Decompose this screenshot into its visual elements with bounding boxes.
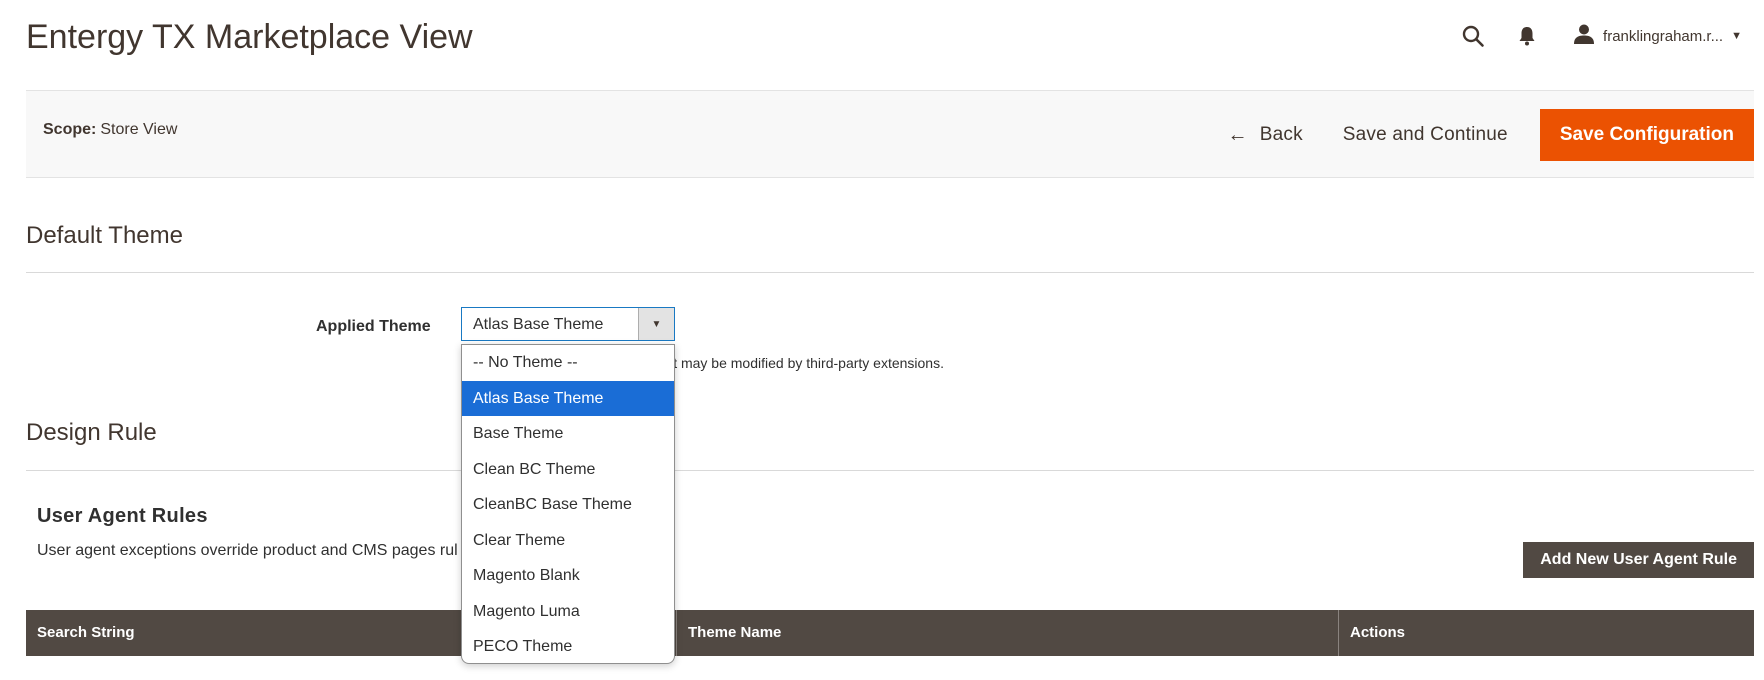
save-configuration-button[interactable]: Save Configuration (1539, 109, 1754, 161)
header-actions: franklingraham.r... ▼ (1455, 18, 1742, 54)
add-user-agent-rule-button[interactable]: Add New User Agent Rule (1523, 542, 1754, 578)
theme-options-list[interactable]: -- No Theme -- Atlas Base Theme Base The… (461, 344, 675, 664)
section-divider (26, 470, 1754, 471)
theme-option[interactable]: CleanBC Base Theme (462, 487, 674, 523)
user-agent-rules-description: User agent exceptions override product a… (37, 542, 458, 559)
section-title-default-theme[interactable]: Default Theme (26, 222, 183, 250)
back-button[interactable]: ← Back (1208, 110, 1323, 160)
section-title-design-rule[interactable]: Design Rule (26, 419, 157, 447)
theme-option[interactable]: Base Theme (462, 416, 674, 452)
applied-theme-label: Applied Theme (316, 318, 431, 335)
chevron-down-icon: ▼ (1731, 30, 1742, 42)
theme-option[interactable]: Clean BC Theme (462, 452, 674, 488)
theme-option-selected[interactable]: Atlas Base Theme (462, 380, 674, 416)
column-header-theme-name: Theme Name (676, 610, 1338, 656)
page-title: Entergy TX Marketplace View (26, 18, 473, 56)
applied-theme-select[interactable]: Atlas Base Theme ▼ (461, 307, 675, 341)
bell-icon[interactable] (1509, 18, 1545, 54)
search-icon[interactable] (1455, 18, 1491, 54)
triangle-down-icon[interactable]: ▼ (638, 308, 674, 340)
theme-option[interactable]: Clear Theme (462, 523, 674, 559)
user-agent-rules-table-header: Search String Theme Name Actions (26, 610, 1754, 656)
user-agent-rules-title: User Agent Rules (37, 505, 208, 527)
theme-option[interactable]: Magento Luma (462, 594, 674, 630)
save-and-continue-button[interactable]: Save and Continue (1323, 110, 1528, 160)
column-header-actions: Actions (1338, 610, 1754, 656)
page-actions-bar: Scope: Store View ← Back Save and Continu… (26, 90, 1754, 178)
user-menu[interactable]: franklingraham.r... ▼ (1573, 23, 1742, 49)
scope-indicator: Scope: Store View (43, 121, 177, 139)
scope-value: Store View (100, 121, 178, 138)
arrow-left-icon: ← (1227, 123, 1248, 146)
theme-option[interactable]: PECO Theme (462, 629, 674, 663)
user-icon (1573, 23, 1595, 49)
selected-theme-value: Atlas Base Theme (473, 316, 604, 333)
scope-label: Scope: (43, 121, 97, 138)
back-label: Back (1259, 124, 1303, 145)
user-name: franklingraham.r... (1603, 27, 1724, 45)
theme-option[interactable]: -- No Theme -- (462, 345, 674, 381)
theme-option[interactable]: Magento Blank (462, 558, 674, 594)
section-divider (26, 272, 1754, 273)
bar-actions: ← Back Save and Continue Save Configurat… (1208, 109, 1754, 161)
